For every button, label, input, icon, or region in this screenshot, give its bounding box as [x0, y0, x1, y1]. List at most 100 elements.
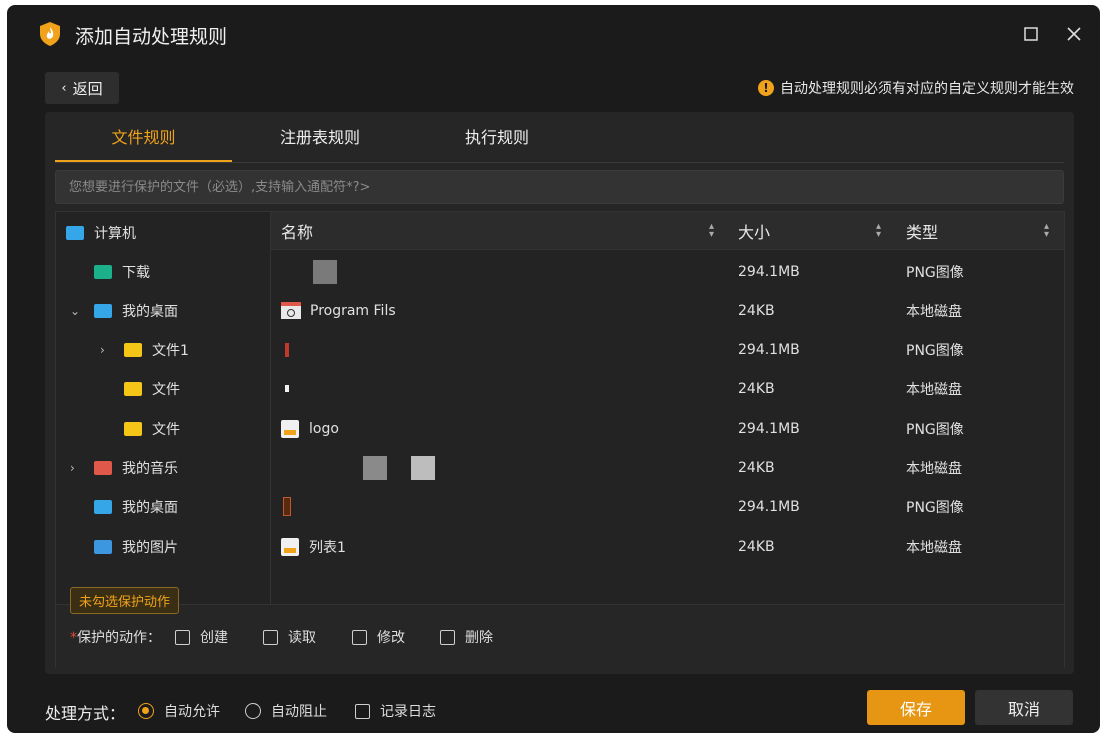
name-cell — [281, 369, 289, 408]
size-cell: 294.1MB — [738, 341, 800, 358]
folder-icon — [124, 382, 142, 396]
name-cell — [281, 330, 289, 369]
tree-item-downloads[interactable]: 下载 — [94, 259, 150, 285]
type-cell: PNG图像 — [906, 342, 964, 359]
tree-item-label: 文件 — [152, 422, 180, 438]
checkbox-box[interactable] — [263, 629, 278, 645]
tree-item-desktop[interactable]: ⌄ 我的桌面 — [70, 298, 178, 324]
tab-registry-rules[interactable]: 注册表规则 — [253, 112, 387, 160]
image-thumbnail — [313, 259, 337, 284]
checkbox-log[interactable]: 记录日志 — [355, 701, 436, 721]
file-table: 名称 ▴ ▾ 大小 ▴ ▾ 类型 ▴ ▾ 294.1MB PNG图像 Progr… — [271, 212, 1064, 604]
table-row[interactable]: Program Fils 24KB 本地磁盘 — [271, 291, 1064, 330]
radio-button[interactable] — [138, 703, 154, 719]
table-row[interactable]: 列表1 24KB 本地磁盘 — [271, 527, 1064, 566]
tree-item-label: 文件 — [152, 382, 180, 398]
tree-item-pictures[interactable]: 我的图片 — [94, 534, 178, 560]
checkbox-box[interactable] — [440, 629, 455, 645]
monitor-icon — [66, 226, 84, 240]
size-cell: 24KB — [738, 302, 775, 319]
rule-tabs: 文件规则 注册表规则 执行规则 — [55, 112, 1064, 163]
tree-item-label: 文件1 — [152, 343, 189, 359]
protect-actions: 未勾选保护动作 *保护的动作： 创建 读取 修改 删除 — [56, 587, 1064, 668]
tree-item-music[interactable]: › 我的音乐 — [70, 455, 178, 481]
checkbox-label: 记录日志 — [380, 704, 436, 720]
checkbox-modify[interactable]: 修改 — [352, 627, 405, 647]
tree-item-folder1[interactable]: › 文件1 — [100, 337, 189, 363]
shield-logo-icon — [40, 22, 60, 46]
tree-item-label: 计算机 — [94, 226, 136, 242]
chevron-right-icon[interactable]: › — [70, 461, 84, 475]
checkbox-read[interactable]: 读取 — [263, 627, 316, 647]
picture-folder-icon — [94, 540, 112, 554]
cancel-button[interactable]: 取消 — [975, 690, 1073, 725]
checkbox-label: 修改 — [377, 630, 405, 646]
handling-label: 处理方式： — [45, 704, 126, 723]
png-file-icon — [281, 537, 299, 556]
chevron-left-icon: ‹ — [61, 80, 67, 96]
actions-label: *保护的动作： — [70, 627, 161, 647]
table-row[interactable]: 294.1MB PNG图像 — [271, 252, 1064, 291]
size-cell: 24KB — [738, 380, 775, 397]
radio-auto-block[interactable]: 自动阻止 — [245, 701, 327, 721]
chevron-down-icon[interactable]: ⌄ — [70, 304, 84, 318]
type-cell: PNG图像 — [906, 421, 964, 438]
back-button[interactable]: ‹ 返回 — [45, 72, 119, 104]
file-icon — [285, 342, 289, 357]
music-folder-icon — [94, 461, 112, 475]
type-cell: PNG图像 — [906, 499, 964, 516]
size-cell: 294.1MB — [738, 263, 800, 280]
sort-icon[interactable]: ▴ ▾ — [876, 222, 881, 240]
type-cell: 本地磁盘 — [906, 303, 962, 320]
tree-item-folder[interactable]: 文件 — [124, 376, 180, 402]
chevron-right-icon[interactable]: › — [100, 343, 114, 357]
sort-icon[interactable]: ▴ ▾ — [1044, 222, 1049, 240]
radio-label: 自动阻止 — [271, 704, 327, 720]
file-browser: 计算机 下载 ⌄ 我的桌面 › 文件1 文件 文件 › 我的音乐 我的桌面 我的… — [55, 211, 1065, 668]
sort-icon[interactable]: ▴ ▾ — [709, 222, 714, 240]
validation-tooltip: 未勾选保护动作 — [70, 587, 180, 614]
file-icon — [283, 497, 291, 516]
column-name[interactable]: 名称 — [281, 212, 313, 249]
image-thumbnail — [411, 455, 435, 480]
table-header: 名称 ▴ ▾ 大小 ▴ ▾ 类型 ▴ ▾ — [271, 212, 1064, 250]
table-row[interactable]: 294.1MB PNG图像 — [271, 330, 1064, 369]
checkbox-delete[interactable]: 删除 — [440, 627, 493, 647]
tab-file-rules[interactable]: 文件规则 — [55, 112, 232, 162]
tree-item-computer[interactable]: 计算机 — [66, 220, 136, 246]
save-button[interactable]: 保存 — [867, 690, 965, 725]
close-icon — [1067, 27, 1081, 41]
maximize-button[interactable] — [1016, 19, 1046, 49]
tree-item-label: 我的图片 — [122, 540, 178, 556]
tree-item-label: 我的桌面 — [122, 500, 178, 516]
file-path-field[interactable] — [55, 170, 1064, 204]
name-cell — [281, 448, 435, 487]
column-type[interactable]: 类型 — [906, 212, 938, 249]
dialog-window: 添加自动处理规则 ‹ 返回 ! 自动处理规则必须有对应的自定义规则才能生效 文件… — [7, 5, 1100, 733]
tab-execution-rules[interactable]: 执行规则 — [430, 112, 564, 160]
checkbox-box[interactable] — [175, 629, 190, 645]
required-mark: * — [70, 630, 77, 646]
radio-button[interactable] — [245, 703, 261, 719]
type-cell: PNG图像 — [906, 264, 964, 281]
close-button[interactable] — [1059, 19, 1089, 49]
radio-auto-allow[interactable]: 自动允许 — [138, 701, 220, 721]
file-path-input[interactable] — [56, 171, 1038, 203]
checkbox-box[interactable] — [355, 703, 370, 719]
checkbox-label: 删除 — [465, 630, 493, 646]
column-size[interactable]: 大小 — [738, 212, 770, 249]
table-row[interactable]: 24KB 本地磁盘 — [271, 448, 1064, 487]
table-row[interactable]: 24KB 本地磁盘 — [271, 369, 1064, 408]
table-row[interactable]: 294.1MB PNG图像 — [271, 487, 1064, 526]
tree-item-folder[interactable]: 文件 — [124, 416, 180, 442]
checkbox-box[interactable] — [352, 629, 367, 645]
folder-icon — [124, 422, 142, 436]
checkbox-label: 读取 — [288, 630, 316, 646]
table-row[interactable]: logo 294.1MB PNG图像 — [271, 409, 1064, 448]
size-cell: 24KB — [738, 538, 775, 555]
name-cell — [281, 487, 291, 526]
tree-item-label: 下载 — [122, 265, 150, 281]
tree-item-desktop-2[interactable]: 我的桌面 — [94, 494, 178, 520]
checkbox-create[interactable]: 创建 — [175, 627, 228, 647]
footer: 处理方式： 自动允许 自动阻止 记录日志 保存 取消 — [7, 685, 1100, 733]
